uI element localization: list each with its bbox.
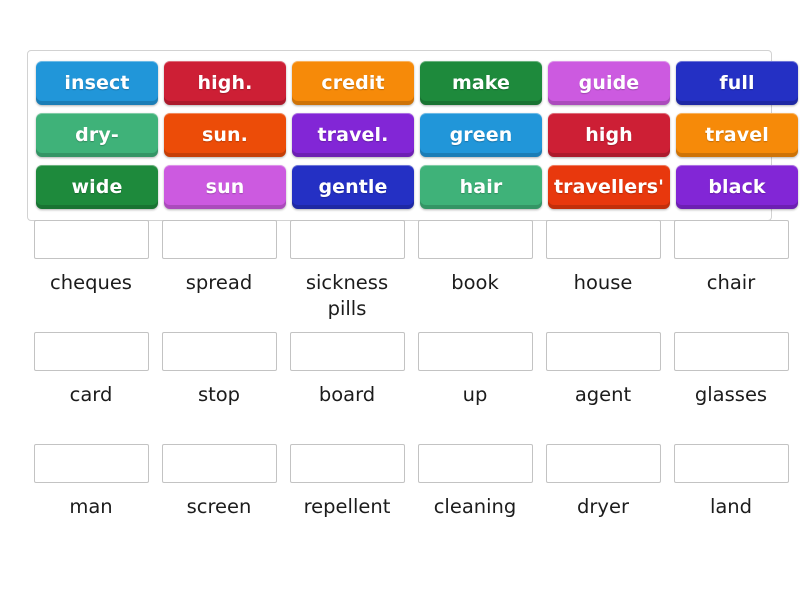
prompt-label: dryer xyxy=(577,495,629,518)
prompt-label: book xyxy=(451,271,499,294)
word-tile[interactable]: insect xyxy=(36,61,158,105)
activity-page: insect high. credit make guide full dry-sun. tr… xyxy=(0,0,800,600)
tile-slot: travellers' xyxy=(548,165,670,209)
tile-slot: sun. xyxy=(164,113,286,157)
tile-slot: black xyxy=(676,165,798,209)
tile-slot: make xyxy=(420,61,542,105)
answer-dropzone[interactable] xyxy=(33,220,149,259)
answer-dropzone[interactable] xyxy=(289,332,405,371)
prompt-label: glasses xyxy=(694,383,768,406)
answer-cell: screen xyxy=(158,444,280,556)
word-tile[interactable]: sun. xyxy=(164,113,286,157)
answer-cell: sickness pills xyxy=(286,220,408,332)
answer-dropzone[interactable] xyxy=(161,332,277,371)
prompt-label: stop xyxy=(197,383,241,406)
prompt-label: man xyxy=(69,495,113,518)
tile-slot: insect xyxy=(36,61,158,105)
prompt-label: card xyxy=(69,383,113,406)
prompt-label: chair xyxy=(706,271,756,294)
answer-dropzone[interactable] xyxy=(33,444,149,483)
prompt-label: spread xyxy=(185,271,253,294)
word-tile[interactable]: sun xyxy=(164,165,286,209)
tile-slot: credit xyxy=(292,61,414,105)
tile-slot: high xyxy=(548,113,670,157)
word-tile[interactable]: dry- xyxy=(36,113,158,157)
answer-dropzone[interactable] xyxy=(545,444,661,483)
prompt-label: cleaning xyxy=(433,495,517,518)
answer-cell: spread xyxy=(158,220,280,332)
tile-slot: high. xyxy=(164,61,286,105)
answer-cell: glasses xyxy=(670,332,792,444)
word-tile[interactable]: travellers' xyxy=(548,165,670,209)
prompt-label: land xyxy=(709,495,753,518)
answer-cell: stop xyxy=(158,332,280,444)
answer-cell: board xyxy=(286,332,408,444)
tile-slot: guide xyxy=(548,61,670,105)
answer-dropzone[interactable] xyxy=(545,332,661,371)
answer-dropzone[interactable] xyxy=(417,332,533,371)
word-tile[interactable]: travel xyxy=(676,113,798,157)
answer-grid: cheques spread sickness pills book house chai… xyxy=(27,220,789,556)
word-tile[interactable]: high. xyxy=(164,61,286,105)
answer-cell: house xyxy=(542,220,664,332)
answer-dropzone[interactable] xyxy=(673,332,789,371)
answer-dropzone[interactable] xyxy=(417,220,533,259)
answer-cell: land xyxy=(670,444,792,556)
answer-dropzone[interactable] xyxy=(161,444,277,483)
word-tile[interactable]: black xyxy=(676,165,798,209)
answer-row: man screen repellent cleaning dryer land xyxy=(27,444,789,556)
word-tile[interactable]: credit xyxy=(292,61,414,105)
tile-row: wide sun gentle hair travellers' black xyxy=(33,161,798,213)
answer-cell: up xyxy=(414,332,536,444)
word-tile[interactable]: green xyxy=(420,113,542,157)
answer-dropzone[interactable] xyxy=(161,220,277,259)
answer-cell: chair xyxy=(670,220,792,332)
word-tile[interactable]: full xyxy=(676,61,798,105)
word-tile[interactable]: high xyxy=(548,113,670,157)
answer-row: card stop board up agent glasses xyxy=(27,332,789,444)
word-tile[interactable]: guide xyxy=(548,61,670,105)
prompt-label: agent xyxy=(574,383,632,406)
word-tile[interactable]: gentle xyxy=(292,165,414,209)
answer-cell: cheques xyxy=(30,220,152,332)
prompt-label: cheques xyxy=(50,271,132,294)
answer-dropzone[interactable] xyxy=(289,220,405,259)
tile-row: dry-sun. travel. green high travel xyxy=(33,109,798,161)
prompt-label: up xyxy=(462,383,488,406)
answer-cell: dryer xyxy=(542,444,664,556)
answer-cell: book xyxy=(414,220,536,332)
answer-cell: card xyxy=(30,332,152,444)
word-tile[interactable]: travel. xyxy=(292,113,414,157)
answer-dropzone[interactable] xyxy=(673,444,789,483)
tile-bank: insect high. credit make guide full dry-sun. tr… xyxy=(27,50,798,221)
answer-dropzone[interactable] xyxy=(545,220,661,259)
answer-dropzone[interactable] xyxy=(33,332,149,371)
answer-dropzone[interactable] xyxy=(417,444,533,483)
tile-slot: wide xyxy=(36,165,158,209)
tile-slot: gentle xyxy=(292,165,414,209)
prompt-label: board xyxy=(318,383,376,406)
answer-row: cheques spread sickness pills book house chai… xyxy=(27,220,789,332)
answer-dropzone[interactable] xyxy=(673,220,789,259)
answer-dropzone[interactable] xyxy=(289,444,405,483)
tile-slot: full xyxy=(676,61,798,105)
tile-slot: green xyxy=(420,113,542,157)
answer-cell: repellent xyxy=(286,444,408,556)
tile-slot: hair xyxy=(420,165,542,209)
word-tile[interactable]: wide xyxy=(36,165,158,209)
answer-cell: agent xyxy=(542,332,664,444)
tile-slot: travel. xyxy=(292,113,414,157)
tile-row: insect high. credit make guide full xyxy=(33,57,798,109)
answer-cell: man xyxy=(30,444,152,556)
prompt-label: sickness pills xyxy=(305,271,389,320)
word-tile[interactable]: hair xyxy=(420,165,542,209)
prompt-label: house xyxy=(573,271,633,294)
tile-slot: dry- xyxy=(36,113,158,157)
word-tile[interactable]: make xyxy=(420,61,542,105)
prompt-label: screen xyxy=(186,495,252,518)
tile-slot: travel xyxy=(676,113,798,157)
prompt-label: repellent xyxy=(303,495,391,518)
answer-cell: cleaning xyxy=(414,444,536,556)
tile-slot: sun xyxy=(164,165,286,209)
